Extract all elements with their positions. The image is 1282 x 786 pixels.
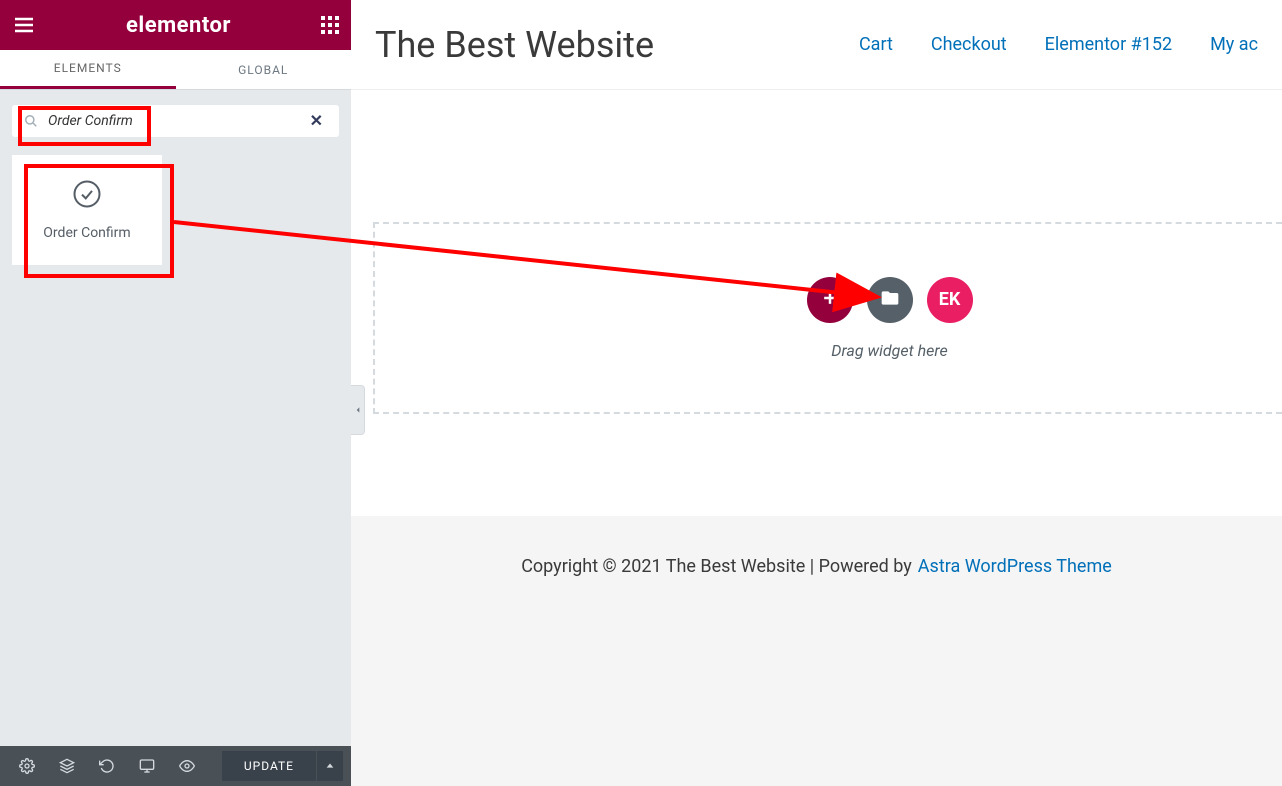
check-circle-icon bbox=[72, 179, 102, 213]
nav-link-checkout[interactable]: Checkout bbox=[931, 34, 1007, 55]
nav-link-account[interactable]: My ac bbox=[1210, 34, 1258, 55]
editor-canvas: EK Drag widget here bbox=[351, 90, 1282, 516]
search-box: ✕ bbox=[12, 105, 339, 137]
clear-search-icon[interactable]: ✕ bbox=[306, 113, 327, 129]
nav-link-cart[interactable]: Cart bbox=[859, 34, 893, 55]
ekit-library-button[interactable]: EK bbox=[927, 277, 973, 323]
ekit-icon: EK bbox=[939, 289, 961, 310]
apps-grid-icon[interactable] bbox=[321, 16, 339, 34]
settings-icon[interactable] bbox=[8, 746, 46, 786]
widgets-list: Order Confirm bbox=[0, 147, 351, 273]
main-area: The Best Website Cart Checkout Elementor… bbox=[351, 0, 1282, 786]
sidebar-footer: UPDATE bbox=[0, 746, 351, 786]
sidebar-header: elementor bbox=[0, 0, 351, 50]
collapse-panel-button[interactable] bbox=[351, 385, 365, 435]
search-icon bbox=[24, 114, 42, 128]
responsive-icon[interactable] bbox=[128, 746, 166, 786]
tab-elements[interactable]: ELEMENTS bbox=[0, 50, 176, 89]
drop-zone[interactable]: EK Drag widget here bbox=[373, 222, 1282, 414]
footer-theme-link[interactable]: Astra WordPress Theme bbox=[918, 556, 1112, 577]
update-dropdown-button[interactable] bbox=[317, 751, 343, 781]
navigator-icon[interactable] bbox=[48, 746, 86, 786]
plus-icon bbox=[820, 288, 840, 312]
preview-icon[interactable] bbox=[168, 746, 206, 786]
nav-links: Cart Checkout Elementor #152 My ac bbox=[859, 34, 1258, 55]
footer-text: Copyright © 2021 The Best Website | Powe… bbox=[521, 556, 912, 577]
drag-hint-label: Drag widget here bbox=[831, 341, 947, 360]
update-button[interactable]: UPDATE bbox=[222, 751, 317, 781]
widget-order-confirm[interactable]: Order Confirm bbox=[12, 155, 162, 265]
tab-global[interactable]: GLOBAL bbox=[176, 50, 352, 89]
nav-link-elementor[interactable]: Elementor #152 bbox=[1045, 34, 1172, 55]
sidebar-tabs: ELEMENTS GLOBAL bbox=[0, 50, 351, 90]
search-input[interactable] bbox=[42, 111, 306, 131]
zone-button-row: EK bbox=[807, 277, 973, 323]
folder-icon bbox=[880, 288, 900, 312]
page-header: The Best Website Cart Checkout Elementor… bbox=[351, 0, 1282, 90]
template-library-button[interactable] bbox=[867, 277, 913, 323]
add-section-button[interactable] bbox=[807, 277, 853, 323]
site-footer: Copyright © 2021 The Best Website | Powe… bbox=[351, 516, 1282, 786]
site-title: The Best Website bbox=[375, 24, 654, 66]
history-icon[interactable] bbox=[88, 746, 126, 786]
menu-icon[interactable] bbox=[12, 13, 36, 37]
update-button-group: UPDATE bbox=[222, 751, 343, 781]
search-wrapper: ✕ bbox=[0, 90, 351, 147]
sidebar-panel: elementor ELEMENTS GLOBAL ✕ Order Confir… bbox=[0, 0, 351, 786]
widget-label: Order Confirm bbox=[43, 225, 130, 241]
brand-label: elementor bbox=[126, 13, 231, 38]
